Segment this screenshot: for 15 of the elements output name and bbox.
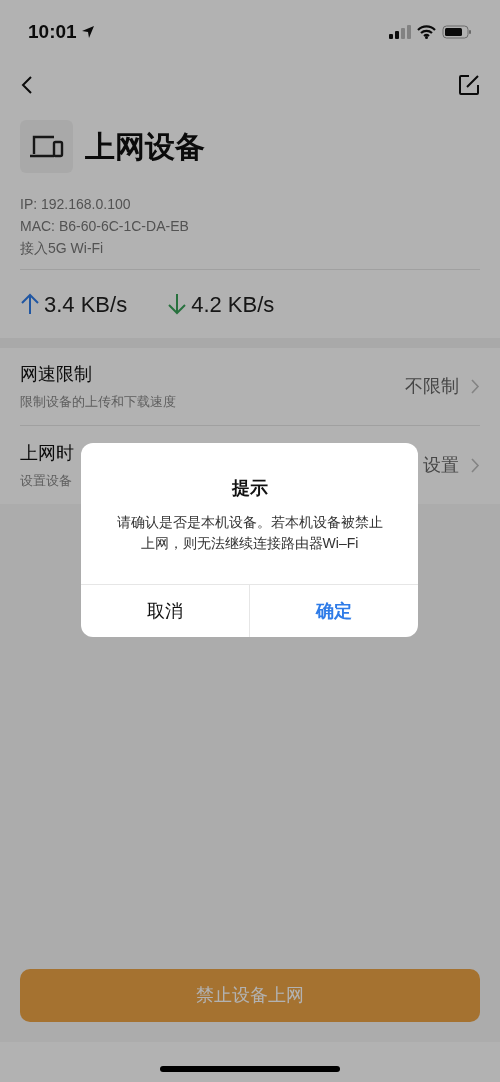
row-value: 不限制 [405, 375, 459, 398]
row-title: 上网时 [20, 441, 74, 465]
dialog-message: 请确认是否是本机设备。若本机设备被禁止上网，则无法继续连接路由器Wi–Fi [115, 513, 384, 553]
row-value: 设置 [423, 453, 459, 477]
speed-value: 3.4 KB/s [44, 290, 128, 319]
device-info-line: 接入5G Wi-Fi [20, 239, 105, 258]
device-info-line: MAC: B6-60-6C-1C-DA-EB [20, 217, 190, 236]
row-subtitle: 设置设备 [20, 471, 73, 490]
device-title: 上网设备 [85, 129, 205, 165]
dialog-title: 提示 [230, 477, 269, 500]
row-title: 网速限制 [20, 363, 93, 387]
row-subtitle: 限制设备的上传和下载速度 [20, 393, 176, 412]
speed-value: 4.2 KB/s [191, 290, 275, 319]
device-info-line: IP: 192.168.0.100 [20, 195, 132, 214]
status-time: 10:01 [28, 19, 77, 44]
